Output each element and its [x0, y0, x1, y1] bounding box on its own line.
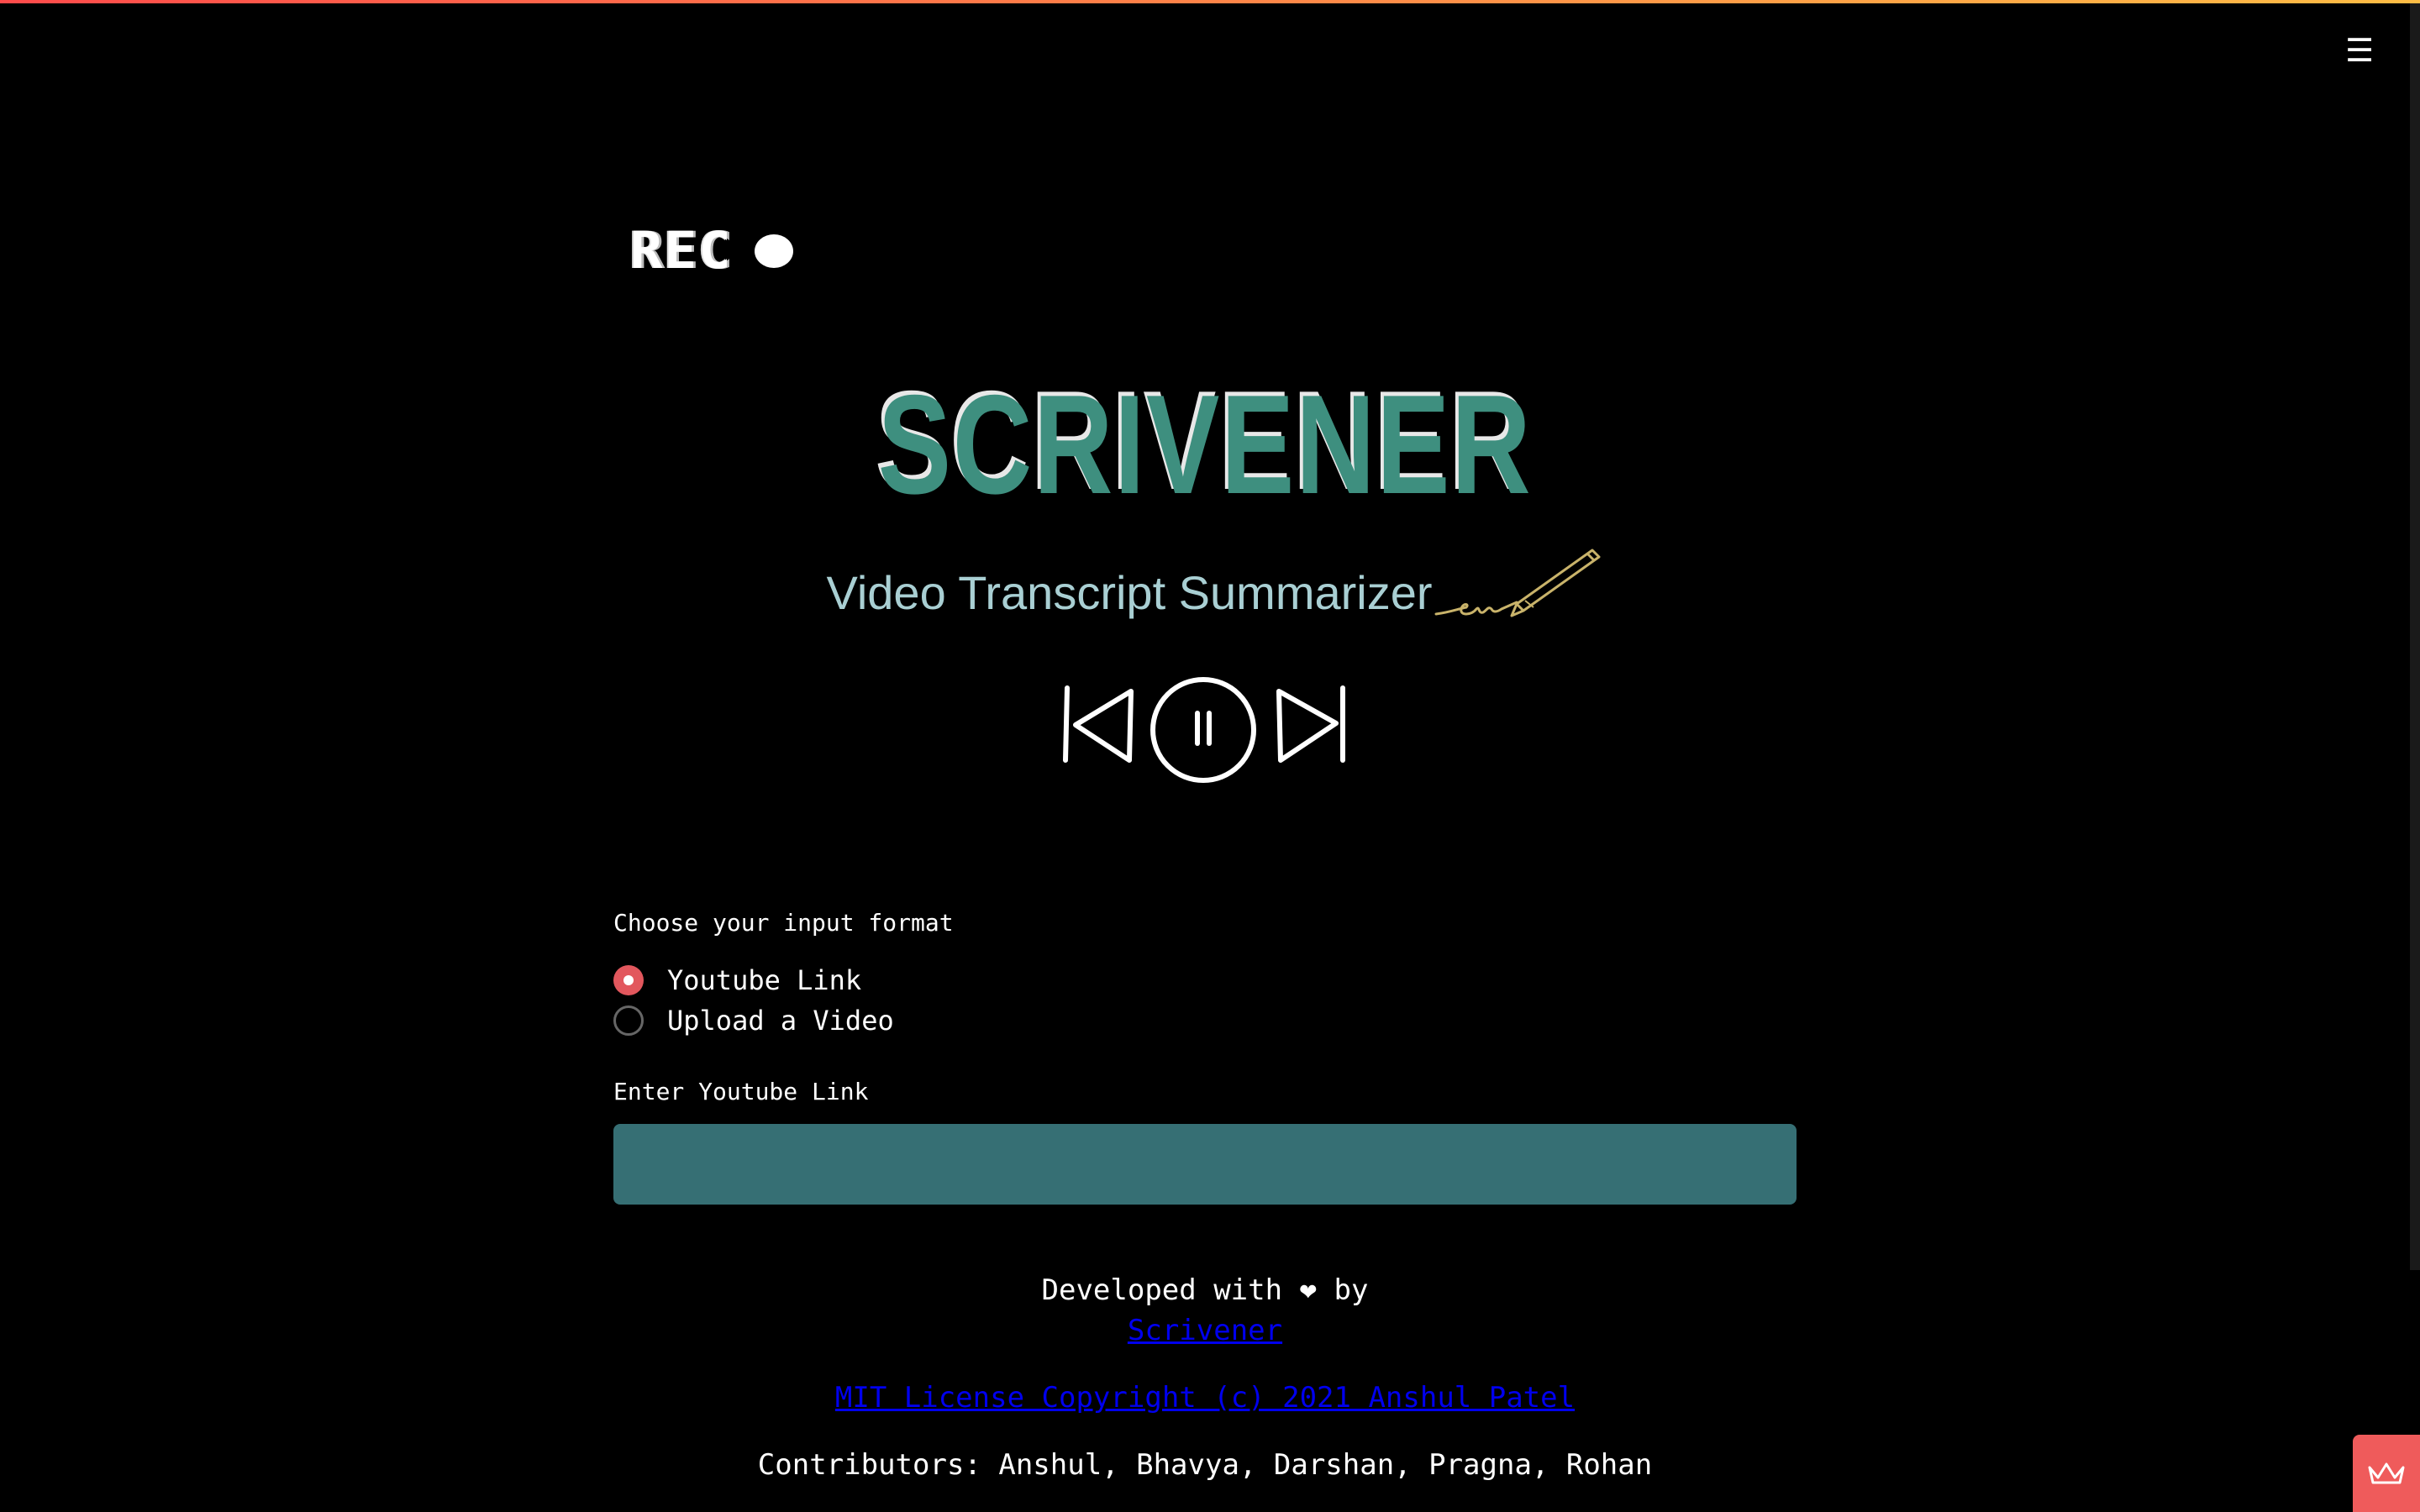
radio-button-selected[interactable]	[613, 965, 644, 995]
app-title: SCRIVENER	[877, 365, 1533, 523]
heart-icon: ❤	[1299, 1273, 1318, 1307]
youtube-link-label: Enter Youtube Link	[613, 1078, 869, 1105]
contributors-text: Contributors: Anshul, Bhavya, Darshan, P…	[757, 1448, 1653, 1482]
developed-suffix: by	[1334, 1273, 1369, 1307]
pause-icon[interactable]	[1150, 677, 1256, 783]
footer: Developed with ❤ by Scrivener MIT Licens…	[613, 1270, 1797, 1485]
rec-label: REC	[630, 221, 733, 281]
subtitle-row: Video Transcript Summarizer	[613, 542, 1797, 621]
developed-prefix: Developed with	[1041, 1273, 1283, 1307]
scrollbar[interactable]	[2410, 3, 2420, 1270]
radio-label: Upload a Video	[667, 1005, 894, 1037]
input-form: Choose your input format Youtube Link Up…	[613, 909, 1797, 1205]
hamburger-menu-icon[interactable]: ☰	[2343, 32, 2376, 69]
crown-icon	[2368, 1462, 2405, 1484]
radio-youtube-link[interactable]: Youtube Link	[613, 960, 1797, 1000]
developed-line: Developed with ❤ by	[613, 1270, 1797, 1310]
rec-indicator: REC	[630, 220, 793, 282]
player-controls	[613, 676, 1797, 790]
radio-label: Youtube Link	[667, 964, 862, 996]
skip-forward-icon[interactable]	[1276, 685, 1345, 763]
license-link[interactable]: MIT License Copyright (c) 2021 Anshul Pa…	[835, 1381, 1575, 1415]
app-subtitle: Video Transcript Summarizer	[826, 565, 1433, 619]
scrivener-link[interactable]: Scrivener	[1128, 1314, 1282, 1347]
youtube-link-input[interactable]	[613, 1124, 1797, 1205]
radio-upload-video[interactable]: Upload a Video	[613, 1000, 1797, 1041]
record-dot-icon	[754, 234, 793, 268]
player-controls-svg	[1063, 677, 1345, 783]
skip-back-icon[interactable]	[1063, 685, 1134, 763]
pen-signature-icon	[1434, 549, 1600, 617]
radio-button[interactable]	[613, 1005, 644, 1036]
format-label: Choose your input format	[613, 909, 954, 937]
main-content: REC SCRIVENER Video Transcript Summarize…	[613, 0, 1797, 1512]
streamlit-badge[interactable]	[2353, 1435, 2420, 1512]
